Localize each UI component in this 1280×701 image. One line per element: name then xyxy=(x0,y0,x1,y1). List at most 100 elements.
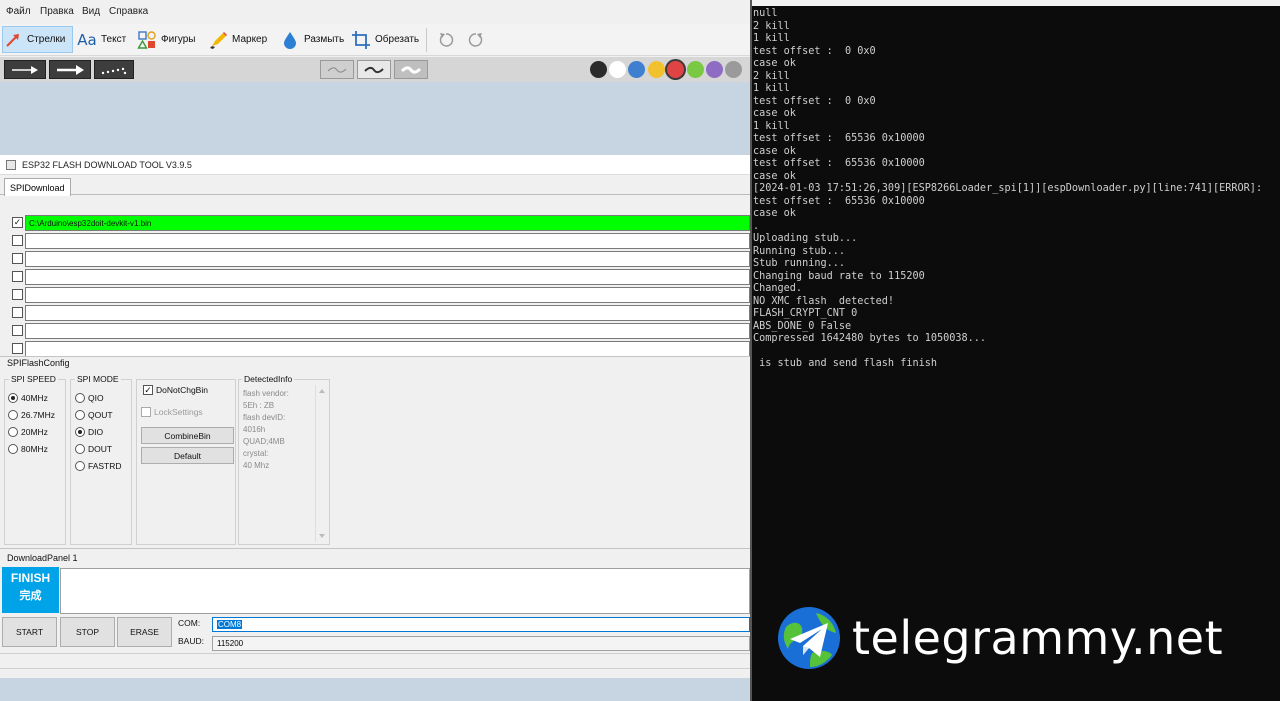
stop-button[interactable]: STOP xyxy=(60,617,115,647)
color-swatch-red-selected[interactable] xyxy=(667,61,684,78)
mode-option-qio[interactable]: QIO xyxy=(75,393,104,403)
file-checkbox[interactable] xyxy=(12,235,23,246)
file-path-field[interactable] xyxy=(25,287,750,303)
file-path-field[interactable] xyxy=(25,233,750,249)
shapes-tool-button[interactable]: Фигуры xyxy=(137,26,195,53)
file-path-field[interactable]: C:\Arduino\esp32doit-devkit-v1.bin xyxy=(25,215,750,231)
color-swatch-white[interactable] xyxy=(609,61,626,78)
file-path-field[interactable] xyxy=(25,251,750,267)
color-swatch-gray[interactable] xyxy=(725,61,742,78)
undo-icon xyxy=(436,30,456,50)
speed-option-20mhz[interactable]: 20MHz xyxy=(8,427,48,437)
file-checkbox[interactable] xyxy=(12,325,23,336)
crop-icon xyxy=(351,30,371,50)
arrow-style-thick-button[interactable] xyxy=(49,60,91,79)
text-tool-button[interactable]: Aa Текст xyxy=(77,26,126,53)
redo-button[interactable] xyxy=(466,26,490,53)
marker-tool-button[interactable]: Маркер xyxy=(208,26,267,53)
donotchgbin-label: DoNotChgBin xyxy=(156,385,208,395)
status-bar xyxy=(0,653,750,669)
drop-icon xyxy=(280,30,300,50)
mode-option-fastrd[interactable]: FASTRD xyxy=(75,461,122,471)
crop-tool-label: Обрезать xyxy=(375,34,420,45)
detected-info-label: DetectedInfo xyxy=(242,374,295,384)
annotation-toolbar: Стрелки Aa Текст Фигуры Маркер Размыть О… xyxy=(0,24,750,56)
esp-tool-window: ESP32 FLASH DOWNLOAD TOOL V3.9.5 SPIDown… xyxy=(0,155,750,701)
color-swatch-blue[interactable] xyxy=(628,61,645,78)
arrows-tool-button[interactable]: Стрелки xyxy=(2,26,73,53)
color-swatch-green[interactable] xyxy=(687,61,704,78)
spi-mode-label: SPI MODE xyxy=(75,374,121,384)
start-button[interactable]: START xyxy=(2,617,57,647)
undo-button[interactable] xyxy=(436,26,460,53)
marker-tool-label: Маркер xyxy=(232,34,268,45)
mode-option-qout[interactable]: QOUT xyxy=(75,410,113,420)
menu-view[interactable]: Вид xyxy=(82,6,100,17)
file-checkbox[interactable] xyxy=(12,289,23,300)
mode-option-label: QOUT xyxy=(88,410,113,420)
mode-option-label: DIO xyxy=(88,427,104,437)
file-path-field[interactable] xyxy=(25,341,750,357)
tab-strip: SPIDownload xyxy=(0,176,750,196)
file-path-field[interactable] xyxy=(25,269,750,285)
menu-file[interactable]: Файл xyxy=(6,6,31,17)
mode-option-label: QIO xyxy=(88,393,104,403)
erase-button[interactable]: ERASE xyxy=(117,617,172,647)
color-swatch-black[interactable] xyxy=(590,61,607,78)
combinebin-button[interactable]: CombineBin xyxy=(141,427,234,444)
speed-option-40mhz[interactable]: 40MHz xyxy=(8,393,48,403)
menu-edit[interactable]: Правка xyxy=(40,6,74,17)
baud-rate-select[interactable]: 115200 xyxy=(212,636,750,651)
file-row: ✓ C:\Arduino\esp32doit-devkit-v1.bin xyxy=(0,214,750,232)
arrows-tool-label: Стрелки xyxy=(27,34,66,45)
file-checkbox[interactable] xyxy=(12,271,23,282)
speed-option-label: 26.7MHz xyxy=(21,410,56,420)
radio-dot xyxy=(75,461,85,471)
arrow-style-thin-button[interactable] xyxy=(4,60,46,79)
color-swatch-yellow[interactable] xyxy=(648,61,665,78)
line-thick-button[interactable] xyxy=(394,60,428,79)
speed-option-26mhz[interactable]: 26.7MHz xyxy=(8,410,55,420)
com-port-select[interactable]: COM8 xyxy=(212,617,750,632)
file-checkbox[interactable] xyxy=(12,307,23,318)
donotchgbin-checkbox[interactable]: ✓ DoNotChgBin xyxy=(143,385,208,395)
crop-tool-button[interactable]: Обрезать xyxy=(351,26,419,53)
arrow-style-dotted-button[interactable] xyxy=(94,60,134,79)
line-medium-button[interactable] xyxy=(357,60,391,79)
speed-option-label: 40MHz xyxy=(21,393,48,403)
file-row xyxy=(0,268,750,286)
radio-dot xyxy=(8,393,18,403)
tab-spidownload[interactable]: SPIDownload xyxy=(4,178,71,196)
file-path-field[interactable] xyxy=(25,323,750,339)
file-checkbox[interactable] xyxy=(12,253,23,264)
telegram-globe-icon xyxy=(778,607,840,669)
locksettings-checkbox[interactable]: LockSettings xyxy=(141,407,203,417)
detected-info-scrollbar[interactable] xyxy=(315,385,327,542)
esp-title-text: ESP32 FLASH DOWNLOAD TOOL V3.9.5 xyxy=(22,159,192,170)
download-panel-label: DownloadPanel 1 xyxy=(7,553,78,563)
console-output: null 2 kill 1 kill test offset : 0 0x0 c… xyxy=(753,8,1263,369)
arrow-right-icon xyxy=(57,64,84,75)
file-checkbox[interactable] xyxy=(12,343,23,354)
mode-option-dio[interactable]: DIO xyxy=(75,427,103,437)
speed-option-label: 20MHz xyxy=(21,427,48,437)
shapes-tool-icon xyxy=(137,30,157,50)
blur-tool-button[interactable]: Размыть xyxy=(280,26,344,53)
radio-dot xyxy=(75,427,85,437)
mode-option-dout[interactable]: DOUT xyxy=(75,444,112,454)
text-tool-icon: Aa xyxy=(77,30,97,49)
file-path-field[interactable] xyxy=(25,305,750,321)
checkbox-box: ✓ xyxy=(143,385,153,395)
radio-dot xyxy=(75,444,85,454)
speed-option-80mhz[interactable]: 80MHz xyxy=(8,444,48,454)
file-checkbox[interactable]: ✓ xyxy=(12,217,23,228)
color-swatch-purple[interactable] xyxy=(706,61,723,78)
default-button[interactable]: Default xyxy=(141,447,234,464)
menu-help[interactable]: Справка xyxy=(109,6,148,17)
divider xyxy=(0,548,750,549)
file-row xyxy=(0,250,750,268)
divider xyxy=(0,356,750,357)
watermark-text: telegrammy.net xyxy=(852,611,1224,665)
line-thin-button[interactable] xyxy=(320,60,354,79)
finish-text: FINISH xyxy=(10,571,51,585)
